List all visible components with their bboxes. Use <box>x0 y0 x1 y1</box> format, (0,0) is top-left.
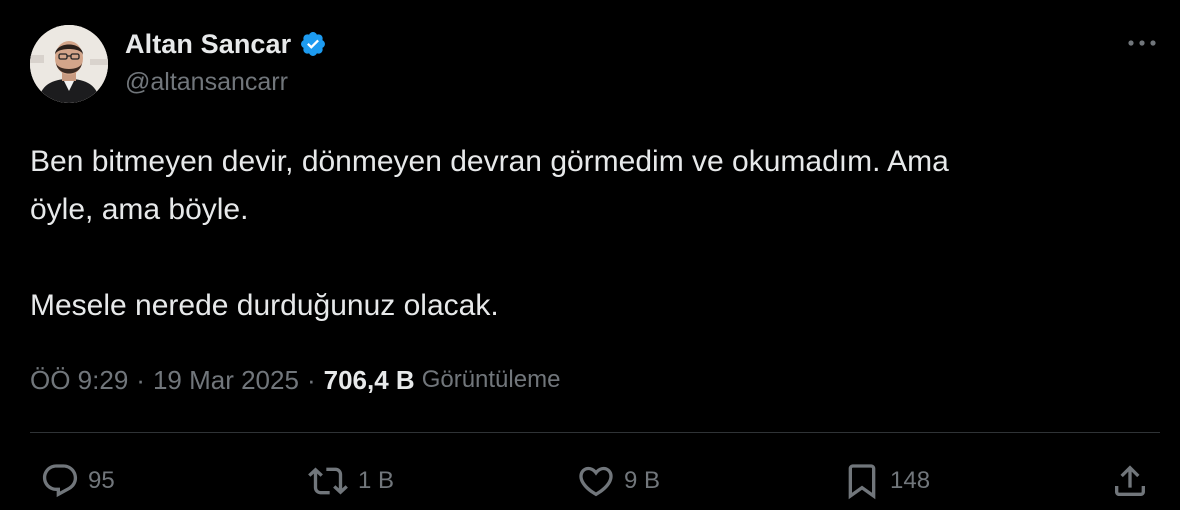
author-name[interactable]: Altan Sancar <box>125 29 291 60</box>
tweet-line: öyle, ama böyle. <box>30 193 249 226</box>
retweet-icon <box>308 467 348 495</box>
meta-separator: · <box>136 364 145 395</box>
more-dots-icon <box>1128 40 1156 46</box>
tweet-time[interactable]: ÖÖ 9:29 <box>30 365 128 396</box>
tweet-meta: ÖÖ 9:29 · 19 Mar 2025 · 706,4 B Görüntül… <box>30 360 560 400</box>
bookmark-icon <box>848 464 876 500</box>
more-options-button[interactable] <box>1124 30 1160 56</box>
author-name-row: Altan Sancar <box>125 24 327 64</box>
reply-count: 95 <box>88 467 115 494</box>
like-icon <box>579 466 613 497</box>
like-button[interactable]: 9 B <box>576 461 660 501</box>
tweet-date[interactable]: 19 Mar 2025 <box>153 365 299 396</box>
tweet-text: Ben bitmeyen devir, dönmeyen devran görm… <box>30 138 1150 330</box>
reply-icon <box>42 464 78 498</box>
tweet-line: Mesele nerede durduğunuz olacak. <box>30 289 499 322</box>
divider <box>30 432 1160 433</box>
retweet-button[interactable]: 1 B <box>306 461 394 501</box>
tweet-line: Ben bitmeyen devir, dönmeyen devran görm… <box>30 145 949 178</box>
share-icon <box>1115 465 1145 496</box>
profile-photo-icon <box>30 25 108 103</box>
views-label: Görüntüleme <box>421 366 561 393</box>
reply-button[interactable]: 95 <box>40 461 115 501</box>
share-button[interactable] <box>1110 461 1150 501</box>
bookmark-button[interactable]: 148 <box>842 461 930 501</box>
retweet-count: 1 B <box>358 467 395 494</box>
meta-separator: · <box>306 364 316 395</box>
author-handle[interactable]: @altansancarr <box>125 68 327 97</box>
bookmark-count: 148 <box>890 467 931 494</box>
verified-badge-icon[interactable] <box>299 30 327 58</box>
avatar[interactable] <box>30 25 108 103</box>
author-block: Altan Sancar @altansancarr <box>125 24 327 97</box>
like-count: 9 B <box>624 467 661 494</box>
views-count[interactable]: 706,4 B <box>324 365 415 396</box>
